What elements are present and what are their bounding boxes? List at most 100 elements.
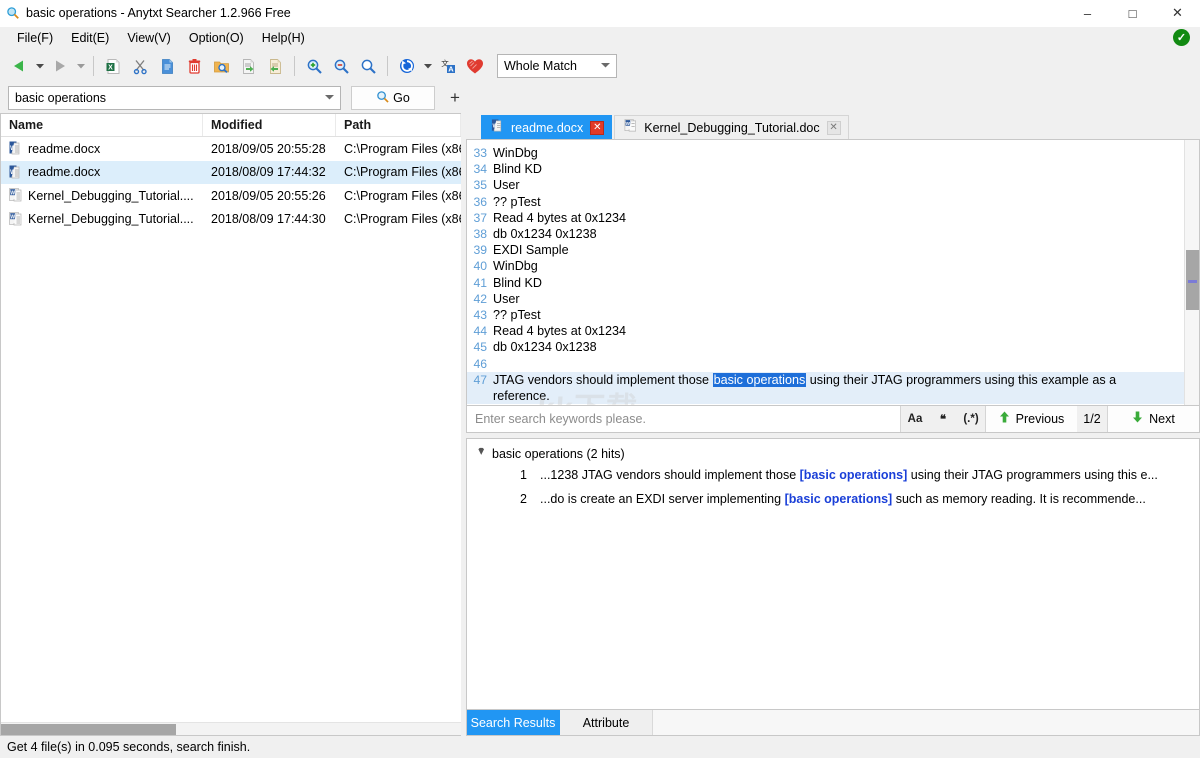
chevron-down-icon[interactable]: [325, 94, 334, 102]
column-header-modified[interactable]: Modified: [203, 114, 336, 136]
list-item[interactable]: 1 ...1238 JTAG vendors should implement …: [467, 463, 1199, 487]
word-doc-icon: W: [9, 141, 22, 156]
browse-folder-button[interactable]: [208, 52, 234, 80]
word-doc-icon: W: [624, 119, 637, 136]
zoom-out-button[interactable]: [328, 52, 354, 80]
tab-attribute[interactable]: Attribute: [560, 710, 653, 735]
search-input[interactable]: basic operations: [8, 86, 341, 110]
back-dropdown[interactable]: [33, 52, 46, 80]
snippet-post: such as memory reading. It is recommende…: [892, 492, 1146, 506]
find-previous-button[interactable]: Previous: [985, 406, 1077, 432]
file-name-cell: W readme.docx: [1, 141, 203, 156]
match-mode-select[interactable]: Whole Match: [497, 54, 617, 78]
menu-view[interactable]: View(V): [118, 29, 180, 47]
document-tabs: W readme.docx ✕ W: [466, 113, 1200, 139]
document-line: 39EXDI Sample: [467, 242, 1184, 258]
line-number: 35: [467, 177, 493, 193]
regex-button[interactable]: (.*): [957, 406, 985, 432]
document-pane: W readme.docx ✕ W: [466, 113, 1200, 736]
scrollbar-thumb[interactable]: [1, 724, 176, 735]
file-list: Name Modified Path W: [1, 114, 461, 735]
list-item[interactable]: 2 ...do is create an EXDI server impleme…: [467, 487, 1199, 511]
chevron-down-icon[interactable]: [473, 446, 487, 460]
back-button[interactable]: [6, 52, 32, 80]
line-number: 40: [467, 258, 493, 274]
tab-kernel-debugging-tutorial[interactable]: W Kernel_Debugging_Tutorial.doc ✕: [614, 115, 848, 139]
tab-readme-docx[interactable]: W readme.docx ✕: [481, 115, 612, 139]
close-icon[interactable]: ✕: [827, 121, 841, 135]
tab-label: readme.docx: [511, 121, 583, 135]
menu-edit[interactable]: Edit(E): [62, 29, 118, 47]
line-text: EXDI Sample: [493, 242, 1184, 258]
word-doc-icon: W: [9, 165, 22, 180]
snippet-post: using their JTAG programmers using this …: [907, 468, 1158, 482]
magnifier-icon: [376, 90, 389, 106]
file-name-label: readme.docx: [28, 142, 100, 156]
refresh-dropdown[interactable]: [421, 52, 434, 80]
translate-button[interactable]: 文 A: [435, 52, 461, 80]
app-window: basic operations - Anytxt Searcher 1.2.9…: [0, 0, 1200, 758]
document-button[interactable]: [154, 52, 180, 80]
close-button[interactable]: ✕: [1155, 0, 1200, 27]
zoom-reset-button[interactable]: [355, 52, 381, 80]
result-group-label: basic operations (2 hits): [492, 447, 625, 461]
table-row[interactable]: W readme.docx 2018/09/05 20:55:28 C:\Pro…: [1, 137, 461, 161]
document-text[interactable]: kk下载 www.kkx.net 33WinDbg 34Blind KD 35U…: [467, 140, 1184, 405]
refresh-button[interactable]: [394, 52, 420, 80]
result-index: 2: [467, 492, 540, 506]
line-text: ?? pTest: [493, 307, 1184, 323]
menu-file[interactable]: File(F): [8, 29, 62, 47]
file-name-cell: W Kernel_Debugging_Tutorial....: [1, 212, 203, 227]
import-document-button[interactable]: [262, 52, 288, 80]
find-bar: Enter search keywords please. Aa ❝ (.*) …: [466, 406, 1200, 433]
close-icon[interactable]: ✕: [590, 121, 604, 135]
match-case-button[interactable]: Aa: [901, 406, 929, 432]
zoom-in-button[interactable]: [301, 52, 327, 80]
export-document-button[interactable]: [235, 52, 261, 80]
status-bar: Get 4 file(s) in 0.095 seconds, search f…: [0, 736, 1200, 758]
file-list-hscrollbar[interactable]: [1, 722, 461, 735]
column-header-name[interactable]: Name: [1, 114, 203, 136]
table-row[interactable]: W Kernel_Debugging_Tutorial.... 2018/09/…: [1, 184, 461, 208]
whole-word-button[interactable]: ❝: [929, 406, 957, 432]
svg-text:X: X: [108, 64, 113, 71]
line-number: 36: [467, 194, 493, 210]
line-number: 42: [467, 291, 493, 307]
file-modified-cell: 2018/09/05 20:55:26: [203, 189, 336, 203]
document-vscrollbar[interactable]: [1184, 140, 1199, 405]
forward-button[interactable]: [47, 52, 73, 80]
menu-option[interactable]: Option(O): [180, 29, 253, 47]
snippet-hit: [basic operations]: [785, 492, 893, 506]
tab-search-results[interactable]: Search Results: [467, 710, 560, 735]
go-button[interactable]: Go: [351, 86, 435, 110]
svg-text:W: W: [626, 121, 631, 126]
maximize-button[interactable]: □: [1110, 0, 1155, 27]
title-bar: basic operations - Anytxt Searcher 1.2.9…: [0, 0, 1200, 27]
line-number: 34: [467, 161, 493, 177]
file-list-pane: Name Modified Path W: [0, 113, 461, 736]
line-text: WinDbg: [493, 145, 1184, 161]
line-text: JTAG vendors should implement those basi…: [493, 372, 1184, 404]
minimize-button[interactable]: –: [1065, 0, 1110, 27]
menu-help[interactable]: Help(H): [253, 29, 314, 47]
find-input[interactable]: Enter search keywords please.: [467, 406, 901, 432]
favorite-button[interactable]: [462, 52, 488, 80]
delete-button[interactable]: [181, 52, 207, 80]
go-button-label: Go: [393, 91, 410, 105]
file-name-cell: W Kernel_Debugging_Tutorial....: [1, 188, 203, 203]
add-tab-button[interactable]: +: [442, 86, 468, 110]
forward-dropdown[interactable]: [74, 52, 87, 80]
result-group[interactable]: basic operations (2 hits): [467, 445, 1199, 463]
column-header-path[interactable]: Path: [336, 114, 461, 136]
export-excel-button[interactable]: X: [100, 52, 126, 80]
cut-button[interactable]: [127, 52, 153, 80]
line-text: Blind KD: [493, 161, 1184, 177]
window-controls: – □ ✕: [1065, 0, 1200, 27]
table-row[interactable]: W Kernel_Debugging_Tutorial.... 2018/08/…: [1, 208, 461, 232]
find-next-button[interactable]: Next: [1107, 406, 1199, 432]
result-snippet: ...do is create an EXDI server implement…: [540, 492, 1199, 506]
document-line: 41Blind KD: [467, 275, 1184, 291]
table-row[interactable]: W readme.docx 2018/08/09 17:44:32 C:\Pro…: [1, 161, 461, 185]
toolbar-separator: [93, 56, 94, 76]
document-line: 36?? pTest: [467, 194, 1184, 210]
